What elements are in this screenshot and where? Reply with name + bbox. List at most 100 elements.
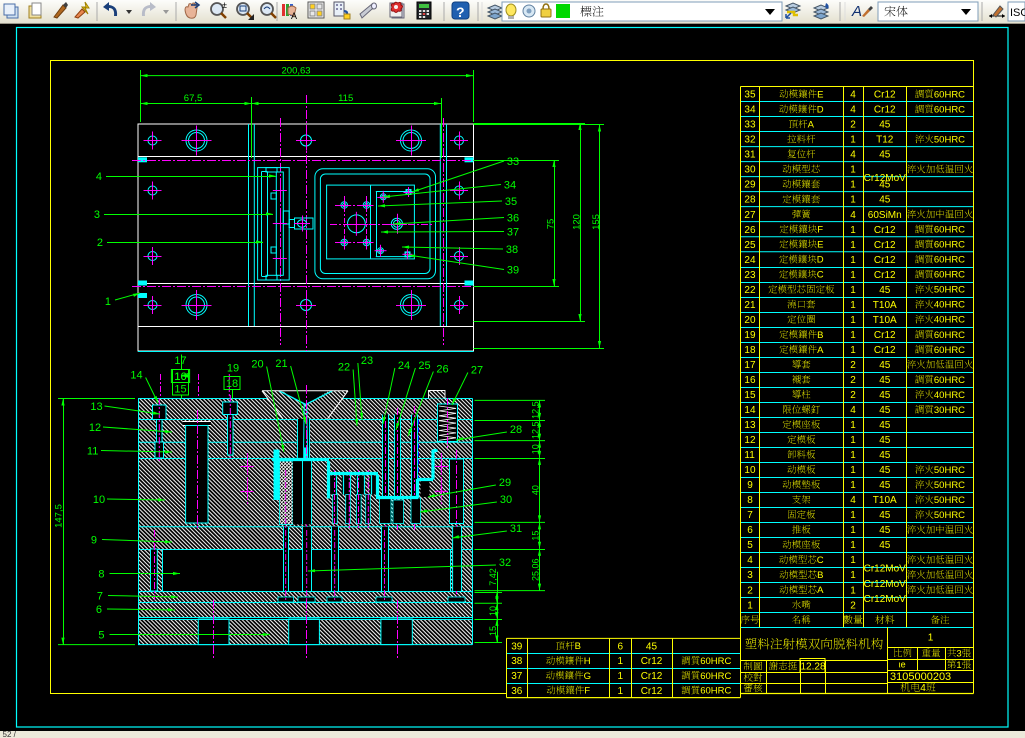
svg-text:9: 9	[747, 480, 753, 491]
svg-text:11: 11	[744, 450, 755, 461]
svg-text:F: F	[817, 225, 823, 236]
svg-text:Cr12: Cr12	[874, 105, 896, 116]
svg-text:30: 30	[744, 165, 756, 176]
svg-text:G: G	[584, 671, 591, 682]
svg-text:45: 45	[879, 540, 891, 551]
svg-text:25: 25	[418, 360, 430, 372]
svg-text:4: 4	[850, 150, 856, 161]
svg-text:40HRC: 40HRC	[934, 390, 965, 401]
svg-text:2: 2	[850, 360, 856, 371]
svg-text:1: 1	[850, 540, 856, 551]
svg-text:18: 18	[744, 345, 756, 356]
svg-text:45: 45	[879, 120, 891, 131]
svg-text:39: 39	[507, 265, 519, 277]
svg-text:6: 6	[747, 525, 753, 536]
svg-text:23: 23	[744, 270, 756, 281]
svg-text:T10A: T10A	[873, 315, 897, 326]
svg-text:45: 45	[879, 405, 891, 416]
svg-text:1: 1	[618, 671, 624, 682]
svg-text:T10A: T10A	[873, 495, 897, 506]
svg-text:5: 5	[747, 540, 753, 551]
svg-text:67,5: 67,5	[184, 93, 203, 104]
svg-text:32: 32	[744, 135, 756, 146]
svg-text:12: 12	[744, 435, 756, 446]
svg-text:22: 22	[338, 362, 350, 374]
svg-text:9: 9	[91, 535, 97, 547]
svg-text:50HRC: 50HRC	[934, 285, 965, 296]
svg-text:60HRC: 60HRC	[700, 671, 731, 682]
svg-text:Cr12MoV: Cr12MoV	[864, 173, 907, 184]
svg-text:33: 33	[744, 120, 756, 131]
svg-text:3: 3	[747, 570, 753, 581]
svg-text:29: 29	[744, 180, 756, 191]
svg-text:Cr12MoV: Cr12MoV	[864, 564, 907, 575]
svg-text:ιe: ιe	[899, 660, 906, 670]
svg-text:B: B	[817, 330, 823, 341]
svg-text:1: 1	[850, 480, 856, 491]
svg-text:21: 21	[744, 300, 756, 311]
svg-text:Cr12: Cr12	[641, 656, 663, 667]
svg-text:27: 27	[471, 365, 483, 377]
svg-text:1: 1	[850, 525, 856, 536]
svg-text:10: 10	[744, 465, 756, 476]
svg-text:60HRC: 60HRC	[934, 240, 965, 251]
svg-text:1: 1	[850, 270, 856, 281]
svg-text:45: 45	[879, 435, 891, 446]
svg-text:13: 13	[90, 401, 102, 413]
svg-text:30: 30	[500, 494, 512, 506]
svg-text:ISO-: ISO-	[1010, 7, 1025, 19]
svg-text:Cr12: Cr12	[874, 345, 896, 356]
svg-text:1: 1	[850, 225, 856, 236]
svg-text:A: A	[817, 345, 824, 356]
svg-text:45: 45	[879, 420, 891, 431]
svg-text:45: 45	[879, 390, 891, 401]
svg-text:15: 15	[531, 531, 541, 541]
svg-text:60HRC: 60HRC	[934, 105, 965, 116]
svg-text:Cr12MoV: Cr12MoV	[864, 579, 907, 590]
svg-text:22: 22	[744, 285, 756, 296]
svg-text:1: 1	[850, 330, 856, 341]
svg-text:45: 45	[879, 360, 891, 371]
svg-text:6: 6	[96, 604, 102, 616]
svg-text:50HRC: 50HRC	[934, 465, 965, 476]
svg-text:1: 1	[850, 285, 856, 296]
svg-text:60HRC: 60HRC	[934, 270, 965, 281]
svg-text:2: 2	[850, 120, 856, 131]
svg-text:15: 15	[174, 384, 186, 396]
svg-text:7,42: 7,42	[488, 568, 498, 586]
svg-text:60SiMn: 60SiMn	[868, 210, 902, 221]
svg-text:A: A	[817, 585, 824, 596]
svg-text:18: 18	[226, 378, 238, 390]
svg-text:2: 2	[747, 585, 753, 596]
svg-text:1: 1	[850, 450, 856, 461]
svg-text:8: 8	[98, 569, 104, 581]
svg-text:1: 1	[850, 165, 856, 176]
svg-text:T12: T12	[876, 135, 894, 146]
svg-text:31: 31	[510, 523, 522, 535]
svg-text:Cr12: Cr12	[641, 686, 663, 697]
svg-text:40HRC: 40HRC	[934, 300, 965, 311]
svg-text:5: 5	[98, 630, 104, 642]
svg-text:45: 45	[879, 195, 891, 206]
svg-text:1: 1	[956, 660, 961, 671]
svg-text:147,5: 147,5	[53, 504, 64, 528]
svg-text:37: 37	[511, 671, 523, 682]
svg-text:1: 1	[105, 296, 111, 308]
svg-text:1: 1	[850, 345, 856, 356]
svg-text:45: 45	[879, 510, 891, 521]
svg-text:37: 37	[507, 227, 519, 239]
svg-text:14: 14	[130, 370, 142, 382]
svg-text:60HRC: 60HRC	[934, 330, 965, 341]
svg-text:200,63: 200,63	[282, 65, 311, 76]
svg-text:4: 4	[850, 90, 856, 101]
svg-text:19: 19	[744, 330, 756, 341]
svg-text:Cr12: Cr12	[874, 225, 896, 236]
svg-text:E: E	[817, 240, 823, 251]
svg-text:10: 10	[531, 444, 541, 454]
svg-text:45: 45	[879, 465, 891, 476]
svg-text:45: 45	[879, 375, 891, 386]
svg-text:16: 16	[744, 375, 756, 386]
svg-text:1: 1	[850, 180, 856, 191]
svg-text:4: 4	[850, 105, 856, 116]
svg-text:A: A	[291, 11, 297, 21]
